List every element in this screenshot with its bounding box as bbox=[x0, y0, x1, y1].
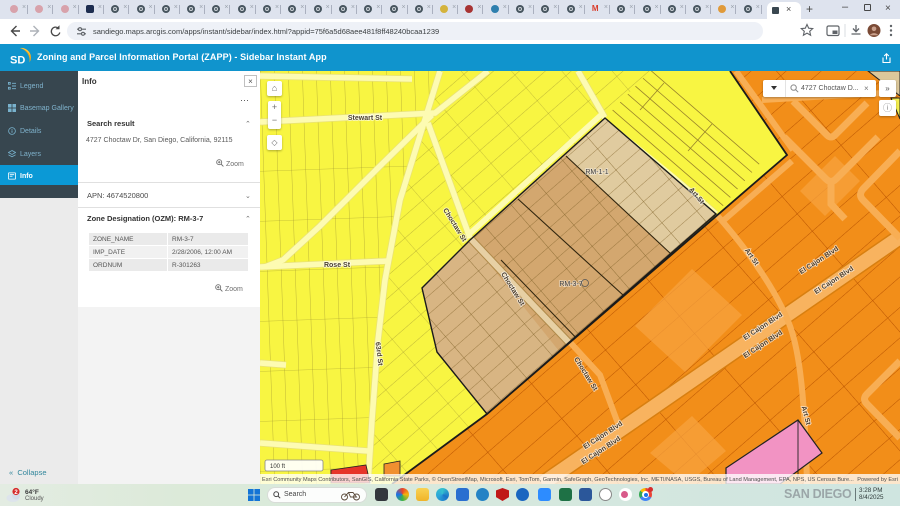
svg-text:100 ft: 100 ft bbox=[270, 464, 285, 470]
svg-text:SD: SD bbox=[10, 55, 25, 67]
svg-text:Powered by Esri: Powered by Esri bbox=[857, 477, 898, 483]
svg-text:Rose St: Rose St bbox=[324, 262, 351, 269]
svg-text:Stewart St: Stewart St bbox=[348, 115, 383, 122]
svg-text:RM-1-1: RM-1-1 bbox=[585, 169, 608, 176]
svg-text:Esri Community Maps Contributo: Esri Community Maps Contributors, SanGIS… bbox=[262, 476, 854, 483]
svg-text:RM-3-7: RM-3-7 bbox=[559, 281, 582, 288]
